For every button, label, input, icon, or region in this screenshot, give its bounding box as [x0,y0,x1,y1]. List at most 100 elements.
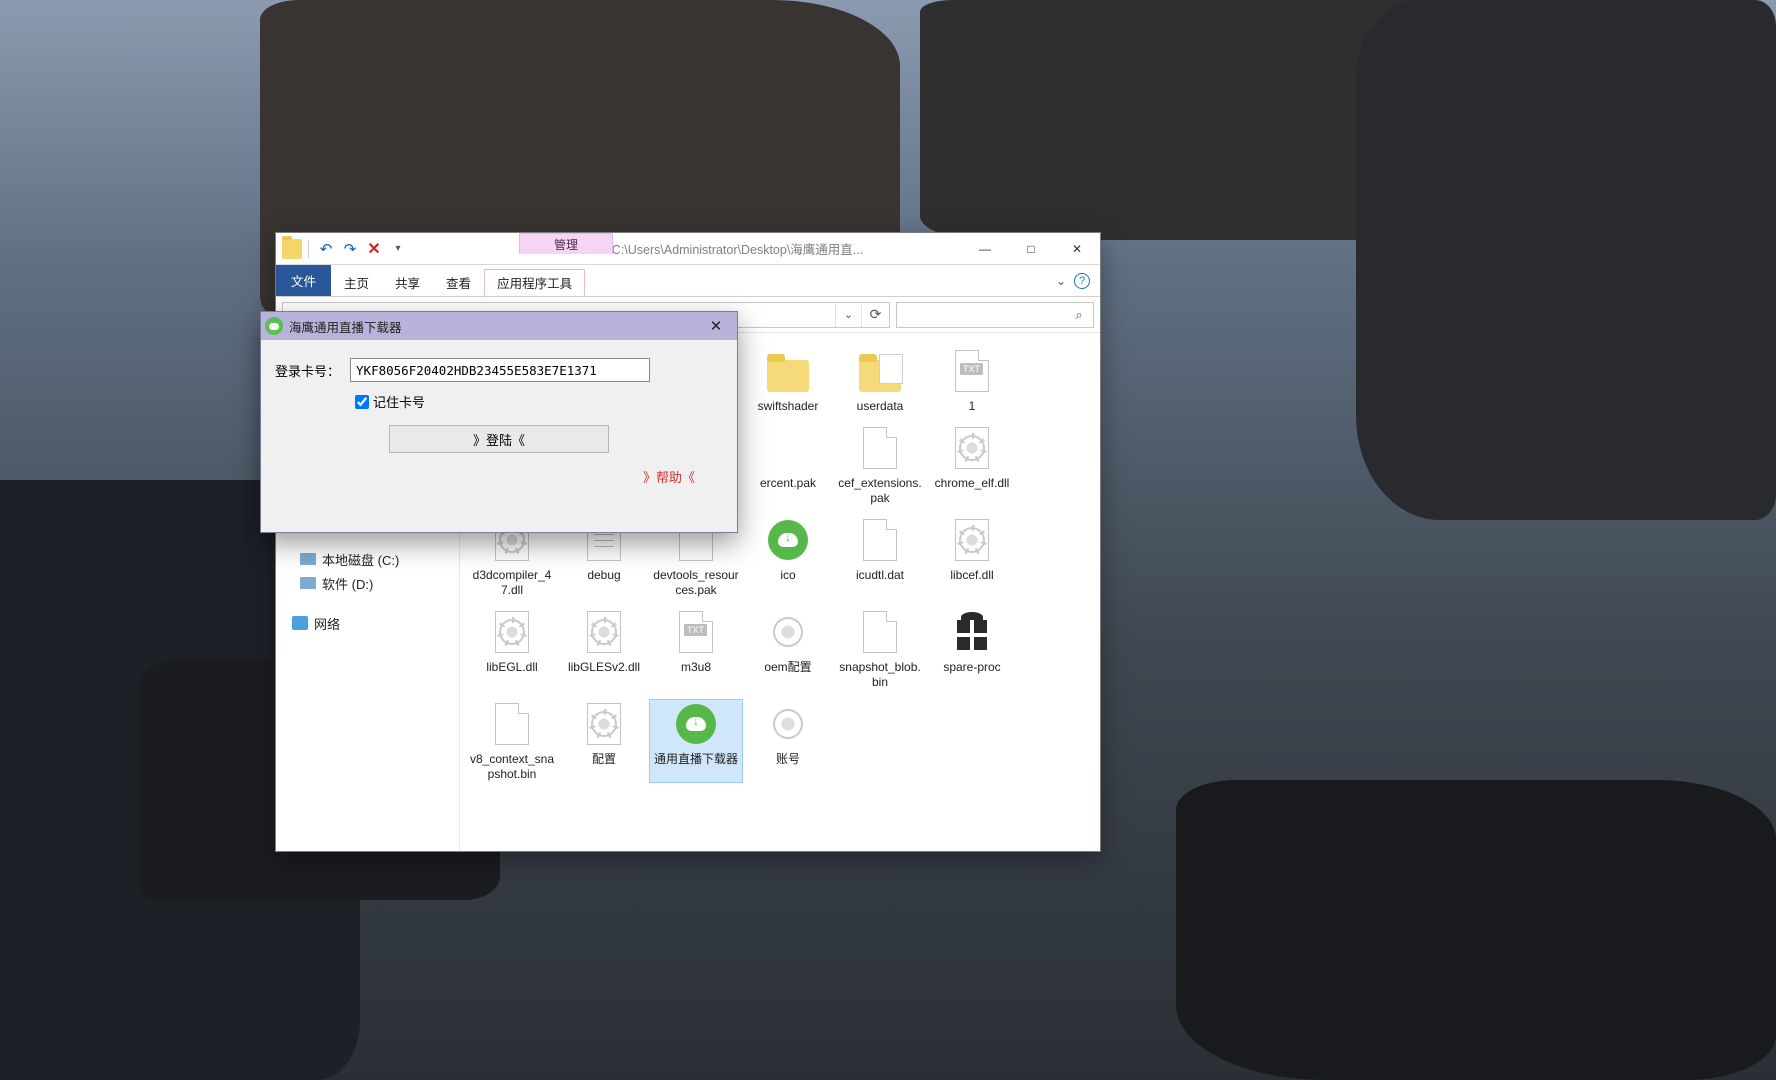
login-button[interactable]: 》登陆《 [389,425,609,453]
dll-icon [580,608,628,656]
file-item-label: libcef.dll [948,568,995,583]
app-icon [764,516,812,564]
file-icon [856,608,904,656]
file-item-label: cef_extensions.pak [834,476,926,506]
file-icon [856,424,904,472]
gift-icon [948,608,996,656]
file-item[interactable]: libcef.dll [926,516,1018,598]
refresh-button[interactable]: ⟳ [861,303,889,327]
file-item[interactable]: libGLESv2.dll [558,608,650,690]
tab-home[interactable]: 主页 [331,269,382,296]
dll-icon [580,700,628,748]
search-icon[interactable]: ⌕ [1065,307,1093,323]
contextual-tab-header: 管理 [519,233,613,254]
help-button[interactable]: ? [1074,273,1090,289]
file-item-label: chrome_elf.dll [933,476,1012,491]
file-item-label: spare-proc [941,660,1002,675]
file-item-label: v8_context_snapshot.bin [466,752,558,782]
file-item-label: oem配置 [762,660,813,675]
dialog-titlebar[interactable]: 海鹰通用直播下载器 ✕ [261,312,737,340]
file-icon [488,700,536,748]
undo-button[interactable]: ↶ [315,237,337,261]
tab-share[interactable]: 共享 [382,269,433,296]
card-number-label: 登录卡号： [275,361,340,380]
address-dropdown-button[interactable]: ⌄ [835,303,861,327]
navtree-label: 软件 (D:) [322,574,373,593]
window-controls: — □ ✕ [962,233,1100,264]
file-item-label: 账号 [774,752,802,767]
remember-card-label: 记住卡号 [373,392,425,411]
help-link[interactable]: 》帮助《 [643,470,695,485]
tab-view[interactable]: 查看 [433,269,484,296]
file-item-label: libGLESv2.dll [566,660,642,675]
close-button[interactable]: ✕ [1054,233,1100,264]
file-item-label: ercent.pak [758,476,818,491]
tab-app-tools[interactable]: 应用程序工具 [484,269,585,296]
file-item-label: icudtl.dat [854,568,906,583]
file-item-label: 1 [967,399,978,414]
file-item[interactable]: spare-proc [926,608,1018,690]
navtree-label: 网络 [314,614,340,633]
file-item-label: ico [778,568,797,583]
drive-icon [300,577,316,589]
file-item[interactable]: ercent.pak [742,424,834,506]
tab-file[interactable]: 文件 [276,265,331,296]
gear-icon [764,608,812,656]
file-item[interactable]: 通用直播下载器 [650,700,742,782]
login-dialog: 海鹰通用直播下载器 ✕ 登录卡号： 记住卡号 》登陆《 》帮助《 [260,311,738,533]
gear-icon [764,700,812,748]
file-item[interactable]: snapshot_blob.bin [834,608,926,690]
file-item[interactable]: cef_extensions.pak [834,424,926,506]
quick-access-toolbar: ↶ ↷ ✕ ▾ [276,233,415,264]
remember-card-checkbox[interactable] [355,395,369,409]
file-item[interactable]: 配置 [558,700,650,782]
separator [308,240,309,258]
file-item[interactable]: libEGL.dll [466,608,558,690]
app-folder-icon [282,239,302,259]
file-item[interactable]: ico [742,516,834,598]
file-item-label: 通用直播下载器 [652,752,740,767]
dialog-close-button[interactable]: ✕ [699,312,733,340]
file-item-label: 配置 [590,752,618,767]
file-item[interactable]: v8_context_snapshot.bin [466,700,558,782]
folder-icon [764,347,812,395]
file-item[interactable]: 账号 [742,700,834,782]
file-item[interactable]: chrome_elf.dll [926,424,1018,506]
file-item-label: d3dcompiler_47.dll [466,568,558,598]
navtree-drive-d[interactable]: 软件 (D:) [276,571,459,595]
dll-icon [488,608,536,656]
search-box[interactable]: ⌕ [896,302,1094,328]
search-input[interactable] [897,308,1065,322]
file-item-label: snapshot_blob.bin [834,660,926,690]
minimize-button[interactable]: — [962,233,1008,264]
navtree-label: 本地磁盘 (C:) [322,550,399,569]
file-item[interactable]: swiftshader [742,347,834,414]
file-item[interactable]: 1 [926,347,1018,414]
file-item[interactable]: m3u8 [650,608,742,690]
file-item[interactable]: icudtl.dat [834,516,926,598]
redo-button[interactable]: ↷ [339,237,361,261]
network-icon [292,616,308,630]
file-item[interactable]: oem配置 [742,608,834,690]
ribbon-expand-button[interactable]: ⌄ [1056,274,1066,288]
dll-icon [948,516,996,564]
file-item-label: swiftshader [756,399,821,414]
file-item[interactable]: userdata [834,347,926,414]
folder-docs-icon [856,347,904,395]
qat-more-button[interactable]: ▾ [387,237,409,261]
titlebar[interactable]: ↶ ↷ ✕ ▾ C:\Users\Administrator\Desktop\海… [276,233,1100,265]
dll-icon [948,424,996,472]
delete-button[interactable]: ✕ [363,237,385,261]
navtree-network[interactable]: 网络 [276,611,459,635]
app-icon [672,700,720,748]
txt-icon [672,608,720,656]
drive-icon [300,553,316,565]
file-item-label: libEGL.dll [484,660,539,675]
navtree-drive-c[interactable]: 本地磁盘 (C:) [276,547,459,571]
maximize-button[interactable]: □ [1008,233,1054,264]
file-item-label: devtools_resources.pak [650,568,742,598]
app-cloud-icon [265,317,283,335]
file-icon [856,516,904,564]
contextual-spacer [415,233,513,264]
card-number-input[interactable] [350,358,650,382]
